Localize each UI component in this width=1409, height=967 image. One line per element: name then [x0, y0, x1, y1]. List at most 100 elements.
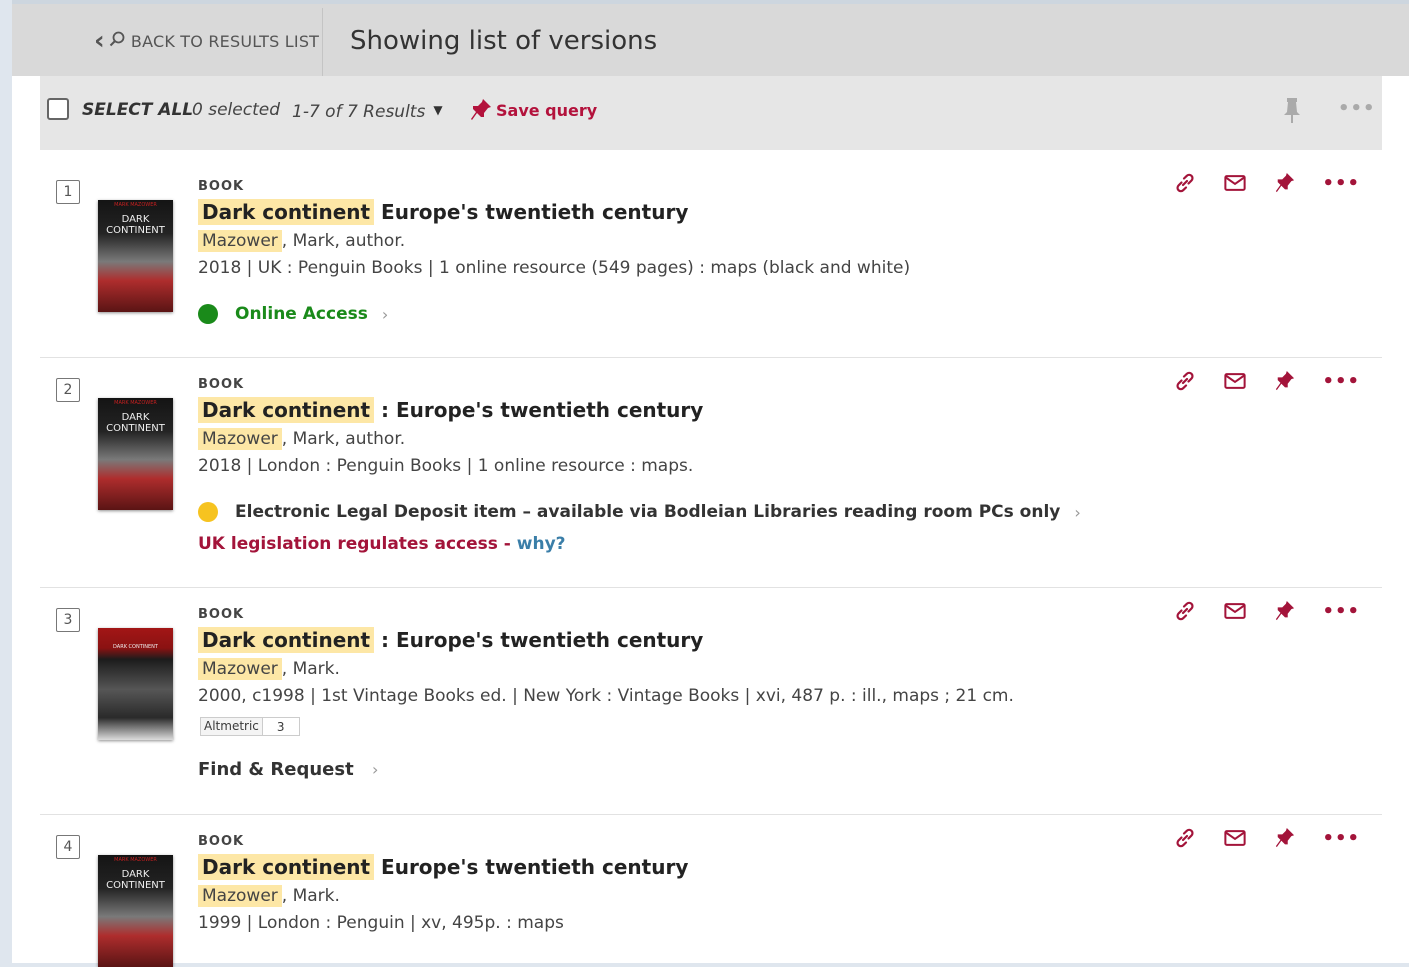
cover-title: DARK CONTINENT: [106, 214, 165, 236]
result-number: 2: [56, 378, 80, 402]
result-details: 2018 | London : Penguin Books | 1 online…: [198, 456, 694, 476]
result-number: 3: [56, 608, 80, 632]
author-highlight: Mazower: [198, 428, 282, 450]
pin-icon[interactable]: [1274, 172, 1296, 194]
title-rest: : Europe's twentieth century: [381, 628, 704, 652]
availability-text: Electronic Legal Deposit item – availabl…: [235, 502, 1061, 522]
availability-link[interactable]: Electronic Legal Deposit item – availabl…: [198, 502, 1081, 522]
material-type: BOOK: [198, 834, 245, 849]
result-details: 2018 | UK : Penguin Books | 1 online res…: [198, 258, 911, 278]
select-all-checkbox[interactable]: [47, 98, 69, 120]
pin-icon[interactable]: [1274, 370, 1296, 392]
chevron-right-icon: ›: [371, 760, 379, 779]
back-to-results-link[interactable]: ‹ BACK TO RESULTS LIST: [94, 26, 319, 56]
title-highlight: Dark continent: [198, 397, 375, 423]
chevron-right-icon: ›: [1074, 502, 1081, 522]
legal-notice: UK legislation regulates access - why?: [198, 534, 566, 554]
link-icon[interactable]: [1174, 370, 1196, 392]
result-author: Mazower, Mark, author.: [198, 230, 405, 252]
title-highlight: Dark continent: [198, 199, 375, 225]
title-rest: : Europe's twentieth century: [381, 398, 704, 422]
header-divider: [322, 8, 323, 78]
author-highlight: Mazower: [198, 885, 282, 907]
result-author: Mazower, Mark, author.: [198, 428, 406, 450]
caret-down-icon: ▼: [433, 103, 443, 117]
result-item-1[interactable]: 1 MARK MAZOWER DARK CONTINENT BOOK Dark c…: [40, 150, 1382, 358]
result-title[interactable]: Dark continent Europe's twentieth centur…: [198, 854, 689, 880]
link-icon[interactable]: [1174, 600, 1196, 622]
pin-icon: [471, 99, 491, 120]
pin-icon[interactable]: [1274, 827, 1296, 849]
link-icon[interactable]: [1174, 827, 1196, 849]
altmetric-badge[interactable]: Altmetric 3: [200, 717, 300, 736]
chevron-left-icon: ‹: [94, 26, 105, 56]
results-toolbar: SELECT ALL 0 selected 1-7 of 7 Results ▼ …: [40, 76, 1382, 150]
find-request-link[interactable]: Find & Request ›: [198, 759, 378, 780]
book-cover[interactable]: MARK MAZOWER DARK CONTINENT: [98, 855, 173, 967]
select-all-label[interactable]: SELECT ALL: [82, 100, 193, 120]
top-header: ‹ BACK TO RESULTS LIST Showing list of v…: [12, 0, 1409, 78]
result-title[interactable]: Dark continent Europe's twentieth centur…: [198, 199, 689, 225]
results-range-dropdown[interactable]: 1-7 of 7 Results ▼: [292, 102, 443, 122]
result-actions: •••: [1146, 600, 1360, 622]
availability-text: Online Access: [235, 304, 368, 324]
material-type: BOOK: [198, 607, 245, 622]
results-range: 1-7 of 7 Results: [292, 102, 426, 122]
chevron-right-icon: ›: [381, 304, 389, 324]
title-rest: Europe's twentieth century: [381, 200, 689, 224]
result-actions: •••: [1146, 827, 1360, 849]
result-title[interactable]: Dark continent : Europe's twentieth cent…: [198, 397, 704, 423]
result-actions: •••: [1146, 172, 1360, 194]
title-highlight: Dark continent: [198, 854, 375, 880]
legal-deposit-status-dot: [198, 502, 218, 522]
more-options-icon[interactable]: •••: [1322, 601, 1360, 622]
result-item-3[interactable]: 3 DARK CONTINENT BOOK Dark continent : E…: [40, 588, 1382, 815]
email-icon[interactable]: [1224, 600, 1247, 622]
material-type: BOOK: [198, 377, 245, 392]
author-rest: , Mark.: [281, 659, 340, 679]
page-title: Showing list of versions: [350, 26, 658, 56]
toolbar-more-icon[interactable]: •••: [1338, 98, 1376, 119]
material-type: BOOK: [198, 179, 245, 194]
cover-author-band: MARK MAZOWER: [114, 400, 157, 406]
book-cover[interactable]: DARK CONTINENT: [98, 628, 173, 740]
result-title[interactable]: Dark continent : Europe's twentieth cent…: [198, 627, 704, 653]
selected-count: 0 selected: [192, 100, 280, 120]
title-rest: Europe's twentieth century: [381, 855, 689, 879]
result-actions: •••: [1146, 370, 1360, 392]
result-author: Mazower, Mark.: [198, 658, 340, 680]
author-rest: , Mark, author.: [281, 429, 406, 449]
more-options-icon[interactable]: •••: [1322, 828, 1360, 849]
email-icon[interactable]: [1224, 827, 1247, 849]
cover-title-band: DARK CONTINENT: [113, 644, 158, 650]
book-cover[interactable]: MARK MAZOWER DARK CONTINENT: [98, 398, 173, 510]
availability-link[interactable]: Online Access ›: [198, 304, 388, 324]
pin-icon[interactable]: [1274, 600, 1296, 622]
back-label: BACK TO RESULTS LIST: [130, 31, 320, 51]
author-rest: , Mark.: [281, 886, 340, 906]
online-status-dot: [198, 304, 218, 324]
title-highlight: Dark continent: [198, 627, 375, 653]
book-cover[interactable]: MARK MAZOWER DARK CONTINENT: [98, 200, 173, 312]
author-highlight: Mazower: [198, 230, 282, 252]
result-item-4[interactable]: 4 MARK MAZOWER DARK CONTINENT BOOK Dark c…: [40, 815, 1382, 967]
result-details: 1999 | London : Penguin | xv, 495p. : ma…: [198, 913, 564, 933]
result-author: Mazower, Mark.: [198, 885, 340, 907]
more-options-icon[interactable]: •••: [1322, 371, 1360, 392]
search-icon: [109, 31, 125, 51]
cover-author-band: MARK MAZOWER: [114, 202, 157, 208]
cover-title: DARK CONTINENT: [106, 869, 165, 891]
result-item-2[interactable]: 2 MARK MAZOWER DARK CONTINENT BOOK Dark c…: [40, 358, 1382, 588]
more-options-icon[interactable]: •••: [1322, 173, 1360, 194]
email-icon[interactable]: [1224, 370, 1247, 392]
result-number: 1: [56, 180, 80, 204]
link-icon[interactable]: [1174, 172, 1196, 194]
pinned-items-icon[interactable]: [1283, 96, 1301, 128]
save-query-button[interactable]: Save query: [470, 98, 597, 122]
result-details: 2000, c1998 | 1st Vintage Books ed. | Ne…: [198, 686, 1014, 706]
legal-text: UK legislation regulates access -: [198, 534, 517, 554]
author-highlight: Mazower: [198, 658, 282, 680]
altmetric-score: 3: [276, 719, 285, 734]
why-link[interactable]: why?: [517, 534, 566, 554]
email-icon[interactable]: [1224, 172, 1247, 194]
